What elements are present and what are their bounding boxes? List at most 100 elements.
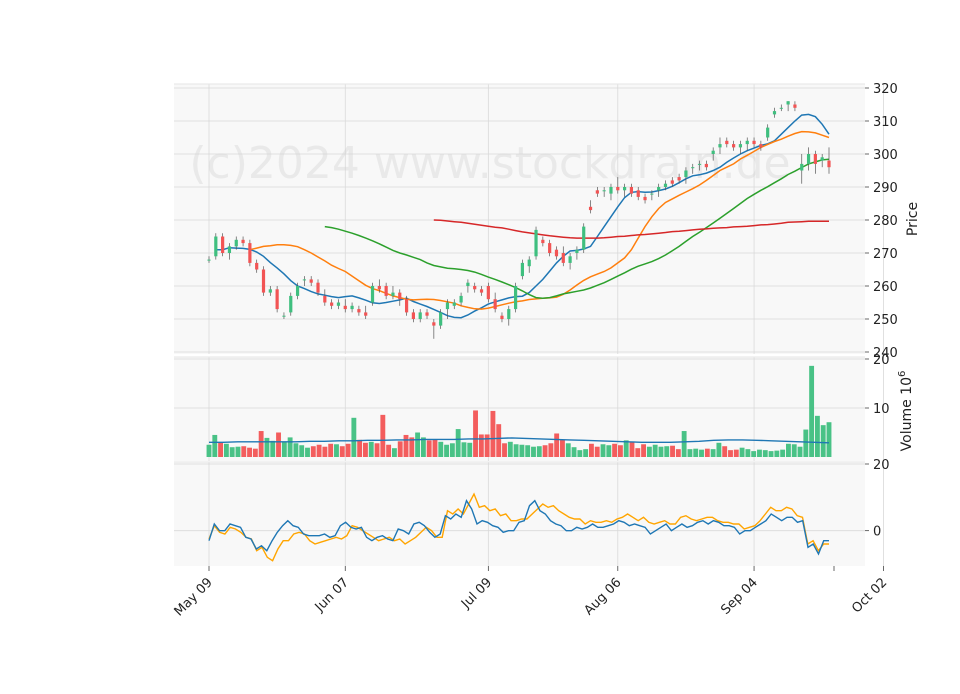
candle-body [575, 249, 579, 253]
candle-body [316, 282, 320, 293]
candle-body [500, 315, 504, 319]
candle-body [697, 163, 702, 165]
candle-body [800, 163, 804, 171]
candle-body [248, 243, 252, 263]
volume-bar [473, 410, 478, 457]
volume-bar [681, 431, 687, 457]
candle-body [732, 144, 736, 148]
volume-bar [722, 446, 728, 457]
volume-tick-label: 20 [873, 353, 890, 368]
candle-body [411, 312, 415, 319]
candle-body [745, 140, 749, 145]
candle-body [588, 206, 593, 211]
candle-body [718, 144, 722, 148]
volume-bar [629, 441, 635, 457]
candle-body [309, 279, 313, 283]
candle-body [268, 289, 272, 293]
volume-bar [281, 442, 287, 457]
volume-bar [299, 445, 305, 457]
candle-body [738, 144, 743, 148]
candle-body [623, 187, 627, 191]
volume-bar [606, 445, 612, 457]
candle-body [207, 259, 211, 261]
volume-bar [797, 446, 803, 457]
volume-bar [525, 445, 531, 457]
candle-body [432, 322, 436, 326]
oscillator-tick-label: 0 [873, 525, 881, 540]
candlestick [261, 266, 266, 296]
candlestick [214, 233, 218, 260]
volume-bar [252, 448, 258, 457]
volume-bar [716, 442, 722, 457]
candle-body [684, 170, 688, 178]
candle-body [670, 180, 674, 184]
volume-bar [328, 443, 334, 457]
volume-bar [363, 442, 368, 457]
candle-body [711, 150, 715, 154]
candlestick [370, 282, 375, 306]
volume-bar [351, 417, 357, 457]
volume-bar [276, 432, 281, 457]
candle-body [561, 253, 565, 263]
volume-bar [287, 437, 293, 457]
price-tick-label: 320 [873, 82, 898, 97]
volume-bar [762, 450, 768, 457]
candle-body [275, 289, 279, 310]
volume-bar [670, 445, 675, 457]
volume-bar [745, 449, 751, 457]
volume-bar [826, 422, 832, 457]
volume-bar [386, 444, 392, 457]
volume-bar [780, 449, 786, 457]
candle-body [602, 190, 606, 192]
candle-body [289, 295, 293, 313]
candle-body [643, 196, 647, 201]
volume-bar [786, 443, 791, 457]
candle-body [548, 243, 552, 253]
candlestick [248, 239, 252, 267]
volume-bar [235, 446, 241, 457]
volume-bar [600, 444, 606, 457]
candle-body [357, 309, 361, 313]
candle-body [255, 262, 259, 270]
candlestick [582, 223, 586, 253]
volume-bar [455, 429, 461, 457]
volume-bar [583, 449, 589, 457]
candle-body [377, 286, 381, 290]
price-tick-label: 260 [873, 280, 898, 295]
candle-body [295, 286, 300, 296]
volume-bar [733, 449, 739, 457]
volume-bar [641, 444, 647, 457]
volume-bar [357, 439, 363, 457]
candle-body [636, 190, 640, 197]
candle-body [221, 236, 225, 253]
candle-body [725, 140, 729, 145]
candle-body [609, 187, 613, 194]
volume-bar [449, 443, 455, 457]
candle-body [779, 107, 783, 109]
volume-bar [560, 439, 565, 457]
volume-bar [768, 451, 774, 457]
volume-bar [241, 446, 247, 457]
volume-bar [757, 449, 762, 457]
volume-bar [635, 448, 641, 457]
volume-bar [223, 443, 229, 457]
volume-bar [334, 444, 339, 457]
volume-bar [791, 444, 797, 457]
candle-body [616, 187, 620, 191]
volume-bar [438, 441, 444, 457]
date-tick-label: May 09 [172, 575, 216, 619]
candle-body [445, 302, 450, 310]
volume-bar [461, 442, 467, 457]
candle-body [772, 111, 777, 115]
candle-body [391, 292, 395, 296]
candle-body [629, 187, 634, 194]
price-tick-label: 300 [873, 148, 898, 163]
volume-bar [258, 431, 264, 457]
candle-body [650, 193, 654, 195]
volume-bar [675, 449, 681, 457]
candle-body [350, 305, 354, 310]
candle-body [786, 101, 790, 105]
volume-bar [322, 446, 328, 457]
volume-bar [490, 410, 496, 457]
candle-body [404, 299, 409, 313]
